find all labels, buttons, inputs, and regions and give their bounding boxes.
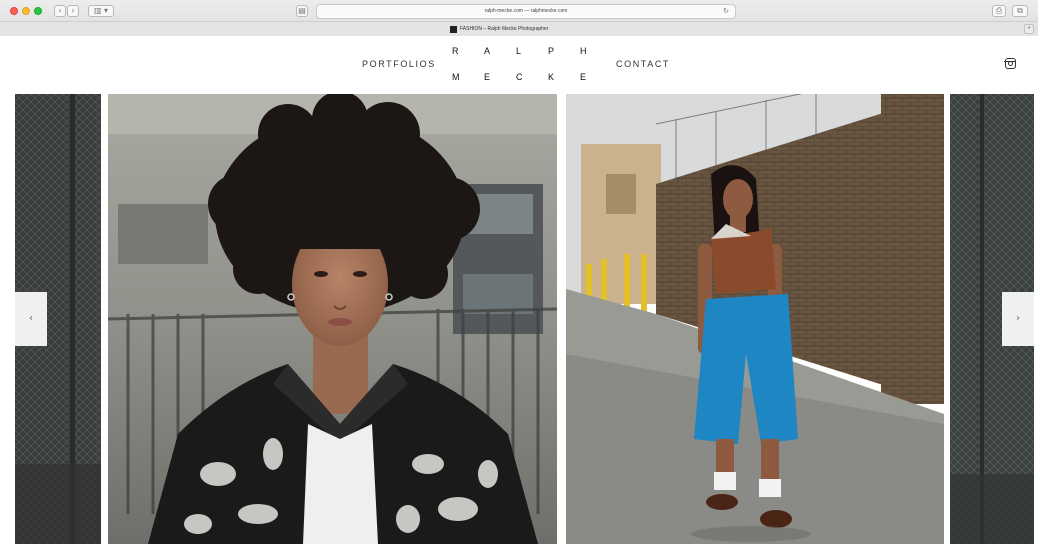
new-tab-button[interactable]: +	[1024, 24, 1034, 34]
gallery-slide-street[interactable]	[566, 94, 944, 544]
logo-letter: E	[484, 72, 491, 82]
site-favicon-icon	[450, 25, 457, 33]
address-url: ralph-meckе.com — ralphmecke.com	[484, 8, 568, 14]
logo-letter: E	[580, 72, 587, 82]
carousel-next-button[interactable]: ›	[1002, 292, 1034, 346]
browser-toolbar: ‹ › ▥ ▾ ▤ ralph-meckе.com — ralphmecke.c…	[0, 0, 1038, 36]
logo-letter: L	[516, 46, 522, 56]
tab-title: FASHION – Ralph Mecke Photographer	[460, 26, 549, 32]
sidebar-button[interactable]: ▥ ▾	[88, 5, 114, 17]
site-header: PORTFOLIOS R A L P H M E C K E CONTACT	[0, 36, 1038, 94]
logo-first-name: R A L P H	[452, 46, 612, 56]
minimize-window-icon[interactable]	[22, 7, 30, 15]
share-button[interactable]: ⎙	[992, 5, 1006, 17]
tab-active[interactable]: FASHION – Ralph Mecke Photographer	[450, 24, 548, 34]
address-bar[interactable]: ralph-meckе.com — ralphmecke.com ↻	[316, 4, 736, 19]
logo-letter: M	[452, 72, 460, 82]
carousel-prev-button[interactable]: ‹	[15, 292, 47, 346]
tabs-overview-button[interactable]: ⧉	[1012, 5, 1028, 17]
close-window-icon[interactable]	[10, 7, 18, 15]
zoom-window-icon[interactable]	[34, 7, 42, 15]
reload-icon[interactable]: ↻	[723, 5, 729, 18]
logo-letter: C	[516, 72, 523, 82]
forward-button[interactable]: ›	[67, 5, 79, 17]
logo-letter: P	[548, 46, 555, 56]
portrait-photo	[108, 94, 557, 544]
photo-carousel: ‹ ›	[15, 94, 1034, 544]
logo-letter: K	[548, 72, 555, 82]
instagram-icon[interactable]	[1004, 58, 1016, 69]
tab-bar: FASHION – Ralph Mecke Photographer +	[0, 21, 1038, 36]
logo-letter: A	[484, 46, 491, 56]
gallery-slide-portrait[interactable]	[108, 94, 557, 544]
logo-last-name: M E C K E	[452, 72, 612, 82]
nav-portfolios[interactable]: PORTFOLIOS	[362, 59, 436, 69]
street-photo	[566, 94, 944, 544]
logo-letter: H	[580, 46, 587, 56]
window-controls	[10, 7, 42, 15]
reader-button[interactable]: ▤	[296, 5, 308, 17]
nav-contact[interactable]: CONTACT	[616, 59, 670, 69]
site-logo[interactable]: R A L P H M E C K E	[452, 44, 612, 88]
logo-letter: R	[452, 46, 459, 56]
back-button[interactable]: ‹	[54, 5, 66, 17]
